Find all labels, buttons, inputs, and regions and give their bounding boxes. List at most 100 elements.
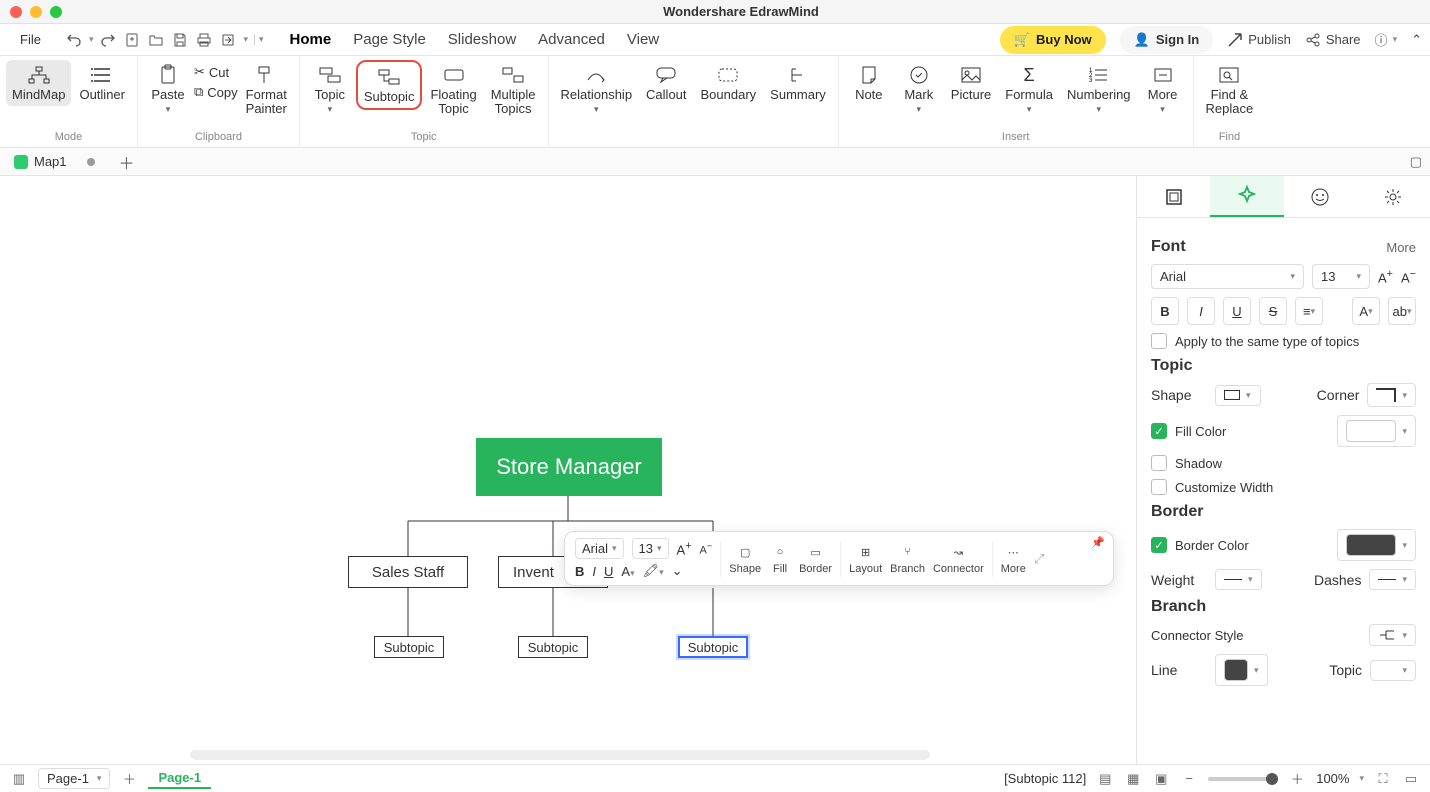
subtopic-button[interactable]: Subtopic <box>356 60 423 110</box>
summary-button[interactable]: Summary <box>764 60 832 106</box>
rp-tab-emoji[interactable] <box>1284 176 1357 217</box>
page-select[interactable]: Page-1▾ <box>38 768 110 789</box>
apply-same-checkbox[interactable]: Apply to the same type of topics <box>1151 333 1416 349</box>
panel-toggle-icon[interactable]: ▢ <box>1410 154 1430 170</box>
topic-button[interactable]: Topic ▾ <box>306 60 354 119</box>
more-insert-button[interactable]: More▾ <box>1139 60 1187 119</box>
publish-button[interactable]: Publish <box>1227 32 1291 48</box>
tab-slideshow[interactable]: Slideshow <box>446 27 518 52</box>
tab-advanced[interactable]: Advanced <box>536 27 607 52</box>
canvas[interactable]: Store Manager Sales Staff Invent Subtopi… <box>0 176 1136 764</box>
zoom-in-button[interactable]: ＋ <box>1288 770 1306 788</box>
pages-panel-icon[interactable]: ▥ <box>10 770 28 788</box>
find-replace-button[interactable]: Find & Replace <box>1200 60 1260 121</box>
undo-dropdown-icon[interactable]: ▾ <box>89 34 94 45</box>
buy-now-button[interactable]: 🛒 Buy Now <box>1000 26 1106 54</box>
node-child-1[interactable]: Sales Staff <box>348 556 468 588</box>
copy-button[interactable]: ⧉Copy <box>194 84 238 100</box>
custom-width-checkbox[interactable]: Customize Width <box>1151 479 1416 495</box>
help-button[interactable]: ⓘ▾ <box>1375 30 1398 49</box>
highlight-icon[interactable]: 🖍▾ <box>643 563 664 579</box>
italic-button[interactable]: I <box>1187 297 1215 325</box>
boundary-button[interactable]: Boundary <box>695 60 763 106</box>
connector-style-select[interactable]: ▾ <box>1369 624 1416 646</box>
paste-button[interactable]: Paste ▾ <box>144 60 192 119</box>
floating-topic-button[interactable]: Floating Topic <box>424 60 482 121</box>
decrease-font-icon[interactable]: A− <box>700 541 713 557</box>
doc-tab-map1[interactable]: Map1 <box>6 152 103 171</box>
view-mode-2-icon[interactable]: ▦ <box>1124 770 1142 788</box>
align-button[interactable]: ≡▾ <box>1295 297 1323 325</box>
fullscreen-icon[interactable]: ⛶ <box>1374 770 1392 788</box>
underline-button[interactable]: U <box>1223 297 1251 325</box>
horizontal-scrollbar[interactable] <box>190 750 930 760</box>
zoom-slider[interactable] <box>1208 777 1278 781</box>
open-file-icon[interactable] <box>147 31 165 49</box>
dashes-select[interactable]: ▾ <box>1369 569 1416 590</box>
minimize-window-icon[interactable] <box>30 6 42 18</box>
sign-in-button[interactable]: 👤 Sign In <box>1120 26 1214 54</box>
numbering-button[interactable]: 123Numbering▾ <box>1061 60 1137 119</box>
node-leaf-3-selected[interactable]: Subtopic <box>678 636 748 658</box>
float-shape-button[interactable]: ▢Shape <box>729 542 761 575</box>
line-color-select[interactable]: ▾ <box>1215 654 1268 686</box>
formula-button[interactable]: ΣFormula▾ <box>999 60 1059 119</box>
pin-icon[interactable]: 📌 <box>1091 536 1105 549</box>
maximize-window-icon[interactable] <box>50 6 62 18</box>
close-window-icon[interactable] <box>10 6 22 18</box>
bold-icon[interactable]: B <box>575 564 584 579</box>
outliner-button[interactable]: Outliner <box>73 60 131 106</box>
node-leaf-2[interactable]: Subtopic <box>518 636 588 658</box>
float-branch-button[interactable]: ⑂Branch <box>890 542 925 575</box>
file-menu[interactable]: File <box>8 28 53 51</box>
float-connector-button[interactable]: ↝Connector <box>933 542 984 575</box>
redo-icon[interactable] <box>99 31 117 49</box>
collapse-ribbon-icon[interactable]: ⌃ <box>1411 32 1422 48</box>
bold-button[interactable]: B <box>1151 297 1179 325</box>
fill-color-select[interactable]: ▾ <box>1337 415 1416 447</box>
zoom-out-button[interactable]: − <box>1180 770 1198 788</box>
add-tab-button[interactable]: ＋ <box>111 150 143 174</box>
qat-customize-icon[interactable]: ▾ <box>254 34 264 45</box>
italic-icon[interactable]: I <box>592 564 596 579</box>
float-layout-button[interactable]: ⊞Layout <box>849 542 882 575</box>
zoom-thumb[interactable] <box>1266 773 1278 785</box>
mindmap-button[interactable]: MindMap <box>6 60 71 106</box>
font-color-button[interactable]: A▾ <box>1352 297 1380 325</box>
font-size-select[interactable]: 13▾ <box>1312 264 1370 289</box>
font-color-icon[interactable]: A▾ <box>621 564 634 579</box>
font-more-link[interactable]: More <box>1386 240 1416 255</box>
float-font-select[interactable]: Arial▾ <box>575 538 624 559</box>
weight-select[interactable]: ▾ <box>1215 569 1262 590</box>
rp-tab-style[interactable] <box>1210 176 1283 217</box>
rp-tab-outline[interactable] <box>1137 176 1210 217</box>
node-root[interactable]: Store Manager <box>476 438 662 496</box>
add-page-button[interactable]: ＋ <box>120 770 138 788</box>
branch-topic-select[interactable]: ▾ <box>1370 660 1416 681</box>
float-expand-icon[interactable]: ⤢ <box>1034 551 1044 567</box>
export-dropdown-icon[interactable]: ▾ <box>243 34 248 45</box>
print-icon[interactable] <box>195 31 213 49</box>
picture-button[interactable]: Picture <box>945 60 997 106</box>
increase-font-icon[interactable]: A+ <box>677 540 692 557</box>
fit-page-icon[interactable]: ▭ <box>1402 770 1420 788</box>
strike-button[interactable]: S <box>1259 297 1287 325</box>
float-size-select[interactable]: 13▾ <box>632 538 669 559</box>
text-case-button[interactable]: ab▾ <box>1388 297 1416 325</box>
callout-button[interactable]: Callout <box>640 60 692 106</box>
decrease-font-button[interactable]: A− <box>1401 268 1416 285</box>
new-file-icon[interactable] <box>123 31 141 49</box>
border-color-checkbox[interactable]: ✓Border Color▾ <box>1151 529 1416 561</box>
shadow-checkbox[interactable]: Shadow <box>1151 455 1416 471</box>
clear-format-icon[interactable]: ⌄ <box>672 563 683 579</box>
view-mode-1-icon[interactable]: ▤ <box>1096 770 1114 788</box>
border-color-select[interactable]: ▾ <box>1337 529 1416 561</box>
fill-color-checkbox[interactable]: ✓Fill Color▾ <box>1151 415 1416 447</box>
rp-tab-settings[interactable] <box>1357 176 1430 217</box>
relationship-button[interactable]: Relationship ▾ <box>555 60 639 119</box>
node-leaf-1[interactable]: Subtopic <box>374 636 444 658</box>
share-button[interactable]: Share <box>1305 32 1361 48</box>
undo-icon[interactable] <box>65 31 83 49</box>
save-icon[interactable] <box>171 31 189 49</box>
tab-view[interactable]: View <box>625 27 661 52</box>
